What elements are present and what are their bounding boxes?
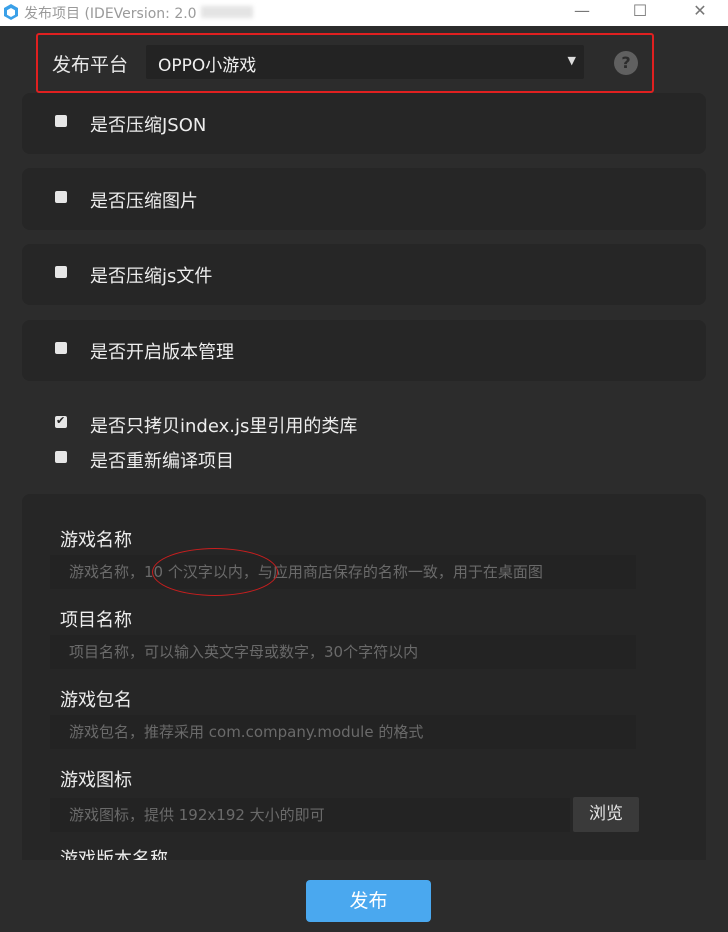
compress-json-label[interactable]: 是否压缩JSON [90,111,206,137]
blurred-version [201,6,253,18]
version-name-label: 游戏版本名称 [60,849,168,860]
recompile-checkbox[interactable] [55,451,67,463]
close-button[interactable]: ✕ [680,0,720,26]
package-name-input[interactable] [50,715,636,749]
app-icon [4,4,18,20]
maximize-button[interactable]: ☐ [620,0,660,26]
copy-referenced-libs-checkbox[interactable] [55,414,67,428]
game-icon-label: 游戏图标 [60,770,132,791]
compress-js-label[interactable]: 是否压缩js文件 [90,262,212,288]
platform-label: 发布平台 [52,54,129,76]
game-name-input[interactable] [50,555,636,589]
compress-json-checkbox[interactable] [55,115,67,127]
recompile-label[interactable]: 是否重新编译项目 [90,447,234,473]
project-name-input[interactable] [50,635,636,669]
copy-referenced-libs-label[interactable]: 是否只拷贝index.js里引用的类库 [90,412,357,438]
publish-button[interactable]: 发布 [306,880,431,922]
game-icon-input[interactable] [50,798,570,832]
title-bar: 发布项目 (IDEVersion: 2.0 — ☐ ✕ [0,0,728,26]
game-name-label: 游戏名称 [60,530,132,551]
package-name-label: 游戏包名 [60,690,132,711]
compress-js-checkbox[interactable] [55,266,67,278]
minimize-button[interactable]: — [562,0,602,26]
help-icon[interactable]: ? [614,51,638,75]
compress-image-checkbox[interactable] [55,191,67,203]
window-title: 发布项目 (IDEVersion: 2.0 [24,6,197,22]
browse-button[interactable]: 浏览 [573,797,639,832]
version-control-label[interactable]: 是否开启版本管理 [90,338,234,364]
platform-selected-value: OPPO小游戏 [158,56,257,76]
compress-image-label[interactable]: 是否压缩图片 [90,187,198,213]
platform-select[interactable]: OPPO小游戏 ▼ [146,45,584,79]
caret-down-icon: ▼ [567,54,576,67]
version-control-checkbox[interactable] [55,342,67,354]
project-name-label: 项目名称 [60,610,132,631]
